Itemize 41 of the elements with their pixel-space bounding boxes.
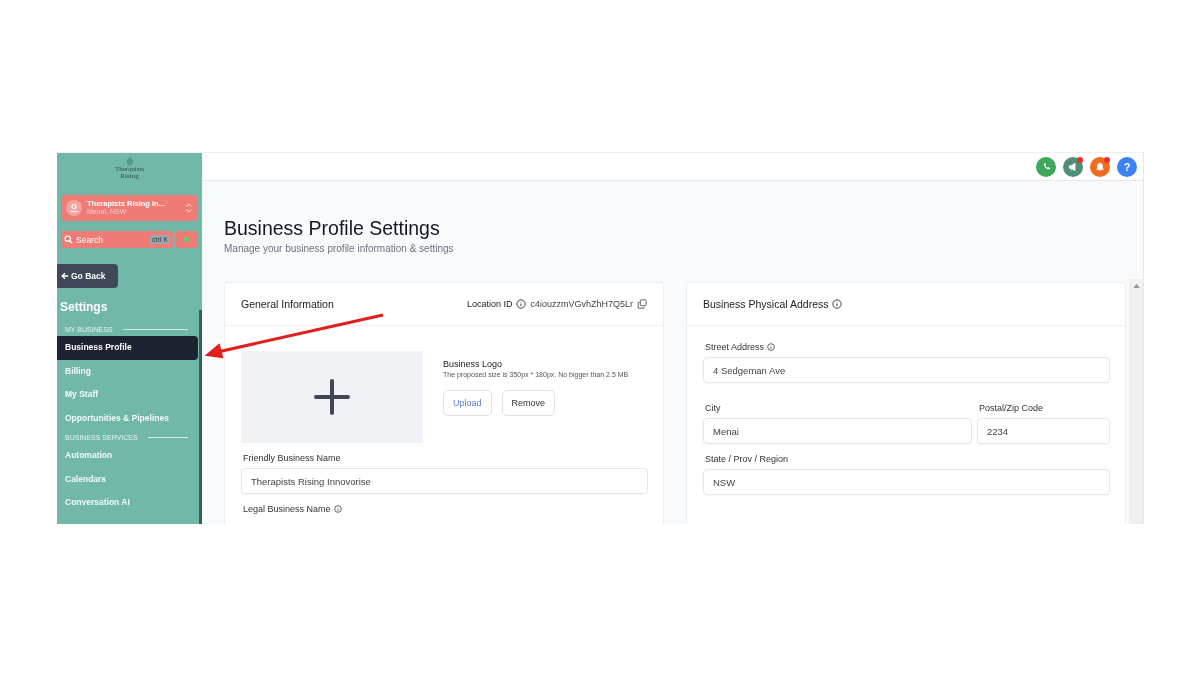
help-icon[interactable]: ? xyxy=(1117,156,1137,177)
location-id: c4iouzzmVGvhZhH7Q5Lr xyxy=(530,299,633,309)
scrollbar[interactable] xyxy=(1129,279,1143,524)
copy-icon[interactable] xyxy=(637,299,647,309)
phone-icon[interactable] xyxy=(1036,156,1056,177)
sidebar-heading: Settings xyxy=(60,300,109,314)
input-field[interactable]: 2234 xyxy=(977,418,1110,444)
field-label: Postal/Zip Code xyxy=(979,403,1045,413)
input-field[interactable]: Therapists Rising Innovorise xyxy=(241,468,648,494)
search-field[interactable]: Search xyxy=(76,234,126,245)
input-field[interactable]: NSW xyxy=(703,469,1110,495)
logo-title: Business Logo xyxy=(443,359,504,369)
search-icon xyxy=(64,235,73,244)
info-icon xyxy=(516,299,527,309)
go-back-button[interactable]: Go Back xyxy=(57,264,118,288)
megaphone-icon[interactable] xyxy=(1063,156,1083,177)
arrow-left-icon xyxy=(61,272,69,280)
location-id-label: Location ID xyxy=(466,299,513,309)
field-label: State / Prov / Region xyxy=(705,454,790,464)
sidebar-item[interactable]: Business Profile xyxy=(57,336,198,360)
field-label: Legal Business Name xyxy=(243,504,331,514)
page-title: Business Profile Settings xyxy=(224,217,441,240)
field-label: Street Address xyxy=(705,342,765,352)
info-icon xyxy=(333,505,342,513)
plus-icon xyxy=(314,379,350,415)
chevron-updown-icon xyxy=(186,203,192,213)
field-label: Friendly Business Name xyxy=(243,453,342,463)
page-subtitle: Manage your business profile information & settings xyxy=(224,243,455,254)
bell-icon[interactable] xyxy=(1090,156,1110,177)
scrollbar[interactable] xyxy=(199,310,202,524)
card-title: General Information xyxy=(241,298,334,310)
scroll-up-icon xyxy=(1132,283,1140,288)
input-field[interactable]: Menai xyxy=(703,418,972,444)
card-title: Business Physical Address xyxy=(703,298,829,310)
remove-button[interactable]: Remove xyxy=(501,390,556,417)
upload-button[interactable]: Upload xyxy=(443,390,492,417)
info-icon xyxy=(832,299,843,309)
field-label: City xyxy=(705,403,722,413)
location-icon xyxy=(66,200,82,216)
input-field[interactable]: 4 Sedgeman Ave xyxy=(703,357,1110,383)
info-icon xyxy=(767,343,776,351)
